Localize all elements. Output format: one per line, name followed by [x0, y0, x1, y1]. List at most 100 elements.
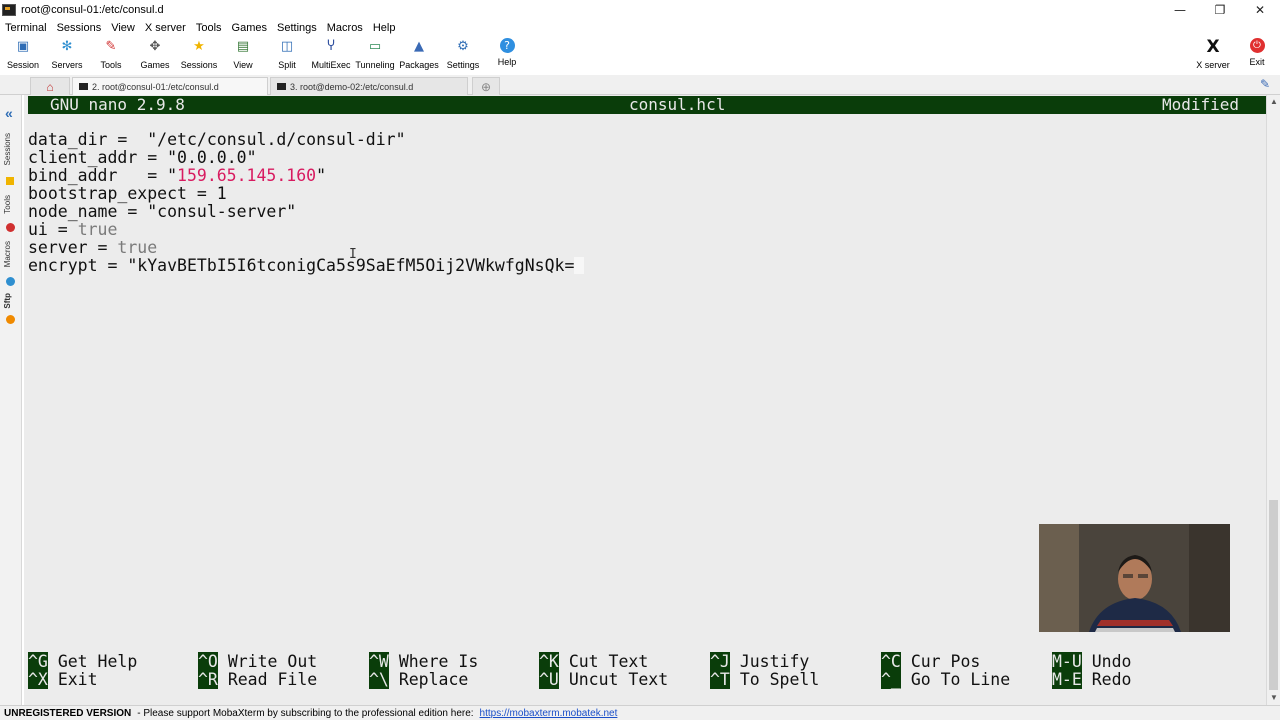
exit-button[interactable]: ⏻ Exit — [1234, 38, 1280, 67]
side-tab-tools[interactable]: Tools — [3, 195, 12, 214]
new-tab-icon: ⊕ — [480, 79, 492, 94]
nano-filename: consul.hcl — [629, 95, 726, 114]
config-line: ui = true — [28, 220, 118, 239]
tab-bar: ⌂ 2. root@consul-01:/etc/consul.d 3. roo… — [0, 75, 1280, 95]
tunneling-button[interactable]: ▭ Tunneling — [352, 38, 398, 70]
support-message: - Please support MobaXterm by subscribin… — [137, 707, 474, 719]
shortcut-exit: ^X Exit — [28, 670, 98, 689]
home-tab[interactable]: ⌂ — [30, 77, 70, 95]
settings-button[interactable]: ⚙ Settings — [440, 38, 486, 70]
side-tab-sessions[interactable]: Sessions — [3, 133, 12, 165]
split-icon: ◫ — [280, 39, 294, 54]
nano-modified-status: Modified — [1162, 95, 1240, 114]
sftp-icon — [6, 315, 15, 324]
new-tab-button[interactable]: ⊕ — [472, 77, 500, 95]
menu-settings[interactable]: Settings — [272, 22, 322, 34]
menu-games[interactable]: Games — [227, 22, 272, 34]
mobaxterm-link[interactable]: https://mobaxterm.mobatek.net — [480, 708, 618, 719]
scroll-up-icon[interactable]: ▲ — [1270, 97, 1278, 106]
tunneling-icon: ▭ — [368, 39, 382, 54]
shortcut-justify: ^J Justify — [710, 652, 810, 671]
x-server-icon: X — [1206, 37, 1220, 57]
sessions-button[interactable]: ★ Sessions — [176, 38, 222, 70]
nano-header-bar: GNU nano 2.9.8 consul.hcl Modified — [28, 96, 1266, 114]
x-server-button[interactable]: X X server — [1190, 38, 1236, 70]
menu-bar: Terminal Sessions View X server Tools Ga… — [0, 20, 400, 36]
shortcut-cur-pos: ^C Cur Pos — [881, 652, 981, 671]
attach-icon[interactable]: ✎ — [1260, 77, 1270, 91]
config-line: client_addr = "0.0.0.0" — [28, 148, 257, 167]
config-line: data_dir = "/etc/consul.d/consul-dir" — [28, 130, 406, 149]
packages-button[interactable]: ▲ Packages — [396, 38, 442, 70]
menu-macros[interactable]: Macros — [322, 22, 368, 34]
shortcut-replace: ^\ Replace — [369, 670, 469, 689]
power-icon: ⏻ — [1249, 38, 1265, 53]
minimize-button[interactable]: — — [1160, 0, 1200, 20]
packages-icon: ▲ — [414, 39, 424, 54]
close-button[interactable]: ✕ — [1240, 0, 1280, 20]
session-button[interactable]: ▣ Session — [0, 38, 46, 70]
menu-sessions[interactable]: Sessions — [52, 22, 107, 34]
servers-icon: ✻ — [61, 39, 73, 54]
side-panel: « Sessions Tools Macros Sftp — [0, 95, 22, 705]
help-button[interactable]: ? Help — [484, 38, 530, 67]
shortcut-write-out: ^O Write Out — [198, 652, 318, 671]
games-icon: ✥ — [149, 39, 161, 54]
tab-label: 2. root@consul-01:/etc/consul.d — [92, 81, 219, 92]
sessions-star-icon: ★ — [193, 39, 205, 54]
home-icon: ⌂ — [46, 79, 54, 94]
status-bar: UNREGISTERED VERSION - Please support Mo… — [0, 705, 1280, 720]
terminal-icon — [79, 83, 88, 90]
view-icon: ▤ — [236, 39, 250, 54]
tools-icon: ✎ — [105, 39, 117, 54]
window-title: root@consul-01:/etc/consul.d — [21, 4, 164, 16]
config-line: encrypt = "kYavBETbI5I6tconigCa5s9SaEfM5… — [28, 257, 585, 275]
tools-icon — [6, 223, 15, 232]
terminal-icon — [277, 83, 286, 90]
tab-label: 3. root@demo-02:/etc/consul.d — [290, 81, 414, 92]
settings-gear-icon: ⚙ — [457, 39, 469, 54]
shortcut-cut-text: ^K Cut Text — [539, 652, 649, 671]
terminal-scrollbar[interactable]: ▲ ▼ — [1266, 95, 1280, 705]
config-line: node_name = "consul-server" — [28, 202, 297, 221]
view-button[interactable]: ▤ View — [220, 38, 266, 70]
title-bar: root@consul-01:/etc/consul.d — ❐ ✕ — [0, 0, 1280, 20]
tab-demo-02[interactable]: 3. root@demo-02:/etc/consul.d — [270, 77, 468, 95]
menu-tools[interactable]: Tools — [191, 22, 227, 34]
text-cursor-ibeam-icon: I — [349, 247, 357, 262]
config-line: bind_addr = "159.65.145.160" — [28, 166, 327, 185]
menu-x-server[interactable]: X server — [140, 22, 191, 34]
menu-terminal[interactable]: Terminal — [0, 22, 52, 34]
menu-help[interactable]: Help — [368, 22, 401, 34]
games-button[interactable]: ✥ Games — [132, 38, 178, 70]
webcam-overlay — [1039, 524, 1230, 632]
shortcut-redo: M-E Redo — [1052, 670, 1132, 689]
mobaxterm-app-icon — [2, 4, 16, 16]
config-line: server = true — [28, 238, 158, 257]
shortcut-uncut-text: ^U Uncut Text — [539, 670, 669, 689]
help-icon: ? — [499, 38, 515, 53]
scroll-down-icon[interactable]: ▼ — [1270, 693, 1278, 702]
scroll-thumb[interactable] — [1269, 500, 1278, 690]
tools-button[interactable]: ✎ Tools — [88, 38, 134, 70]
side-tab-macros[interactable]: Macros — [3, 241, 12, 267]
multiexec-button[interactable]: Ⴤ MultiExec — [308, 38, 354, 70]
servers-button[interactable]: ✻ Servers — [44, 38, 90, 70]
nano-version: GNU nano 2.9.8 — [50, 95, 185, 114]
split-button[interactable]: ◫ Split — [264, 38, 310, 70]
restore-button[interactable]: ❐ — [1200, 0, 1240, 20]
multiexec-icon: Ⴤ — [327, 39, 335, 54]
macros-icon — [6, 277, 15, 286]
shortcut-read-file: ^R Read File — [198, 670, 318, 689]
tab-consul-01[interactable]: 2. root@consul-01:/etc/consul.d — [72, 77, 268, 95]
shortcut-where-is: ^W Where Is — [369, 652, 479, 671]
menu-view[interactable]: View — [106, 22, 140, 34]
collapse-panel-icon[interactable]: « — [5, 105, 13, 121]
ip-address: 159.65.145.160 — [177, 166, 317, 185]
config-line: bootstrap_expect = 1 — [28, 184, 227, 203]
unregistered-version-label: UNREGISTERED VERSION — [4, 707, 132, 719]
session-icon: ▣ — [16, 39, 30, 54]
shortcut-get-help: ^G Get Help — [28, 652, 138, 671]
side-tab-sftp[interactable]: Sftp — [3, 293, 12, 309]
shortcut-undo: M-U Undo — [1052, 652, 1132, 671]
